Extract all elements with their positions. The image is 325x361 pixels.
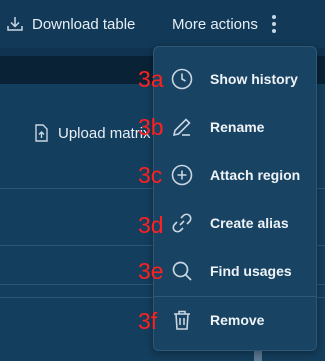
more-actions-button[interactable]: More actions bbox=[172, 12, 258, 36]
annotation-3e: 3e bbox=[138, 258, 164, 284]
menu-item-attach-region[interactable]: Attach region bbox=[154, 153, 316, 197]
menu-item-label: Rename bbox=[210, 119, 265, 135]
menu-item-show-history[interactable]: Show history bbox=[154, 57, 316, 101]
kebab-icon[interactable] bbox=[266, 12, 282, 36]
search-icon bbox=[172, 261, 192, 281]
menu-item-label: Remove bbox=[210, 312, 265, 328]
annotation-3f: 3f bbox=[138, 308, 158, 334]
more-actions-label: More actions bbox=[172, 15, 258, 33]
upload-matrix-label: Upload matrix bbox=[58, 124, 151, 142]
menu-item-label: Show history bbox=[210, 71, 298, 87]
menu-item-rename[interactable]: Rename bbox=[154, 105, 316, 149]
plus-circle-icon bbox=[171, 164, 193, 186]
toolbar: Download table More actions bbox=[0, 0, 325, 48]
annotation-3a: 3a bbox=[138, 66, 164, 92]
more-actions-menu: Show history Rename Attach region Create… bbox=[153, 46, 317, 351]
menu-item-find-usages[interactable]: Find usages bbox=[154, 249, 316, 293]
annotation-3b: 3b bbox=[138, 114, 164, 140]
link-icon bbox=[172, 213, 192, 233]
file-upload-icon bbox=[35, 124, 48, 142]
annotation-3d: 3d bbox=[138, 212, 164, 238]
download-table-button[interactable]: Download table bbox=[6, 12, 135, 36]
menu-item-create-alias[interactable]: Create alias bbox=[154, 201, 316, 245]
menu-item-remove[interactable]: Remove bbox=[154, 298, 316, 342]
menu-item-label: Attach region bbox=[210, 167, 301, 183]
menu-item-label: Create alias bbox=[210, 215, 289, 231]
clock-icon bbox=[171, 68, 193, 90]
menu-separator bbox=[154, 296, 316, 297]
pencil-icon bbox=[172, 118, 191, 137]
scrollbar-thumb[interactable] bbox=[254, 350, 262, 361]
menu-item-label: Find usages bbox=[210, 263, 292, 279]
annotation-3c: 3c bbox=[138, 162, 163, 188]
trash-icon bbox=[174, 310, 190, 330]
download-table-label: Download table bbox=[32, 15, 136, 33]
upload-matrix-button[interactable]: Upload matrix bbox=[32, 123, 151, 143]
download-icon bbox=[7, 17, 23, 31]
